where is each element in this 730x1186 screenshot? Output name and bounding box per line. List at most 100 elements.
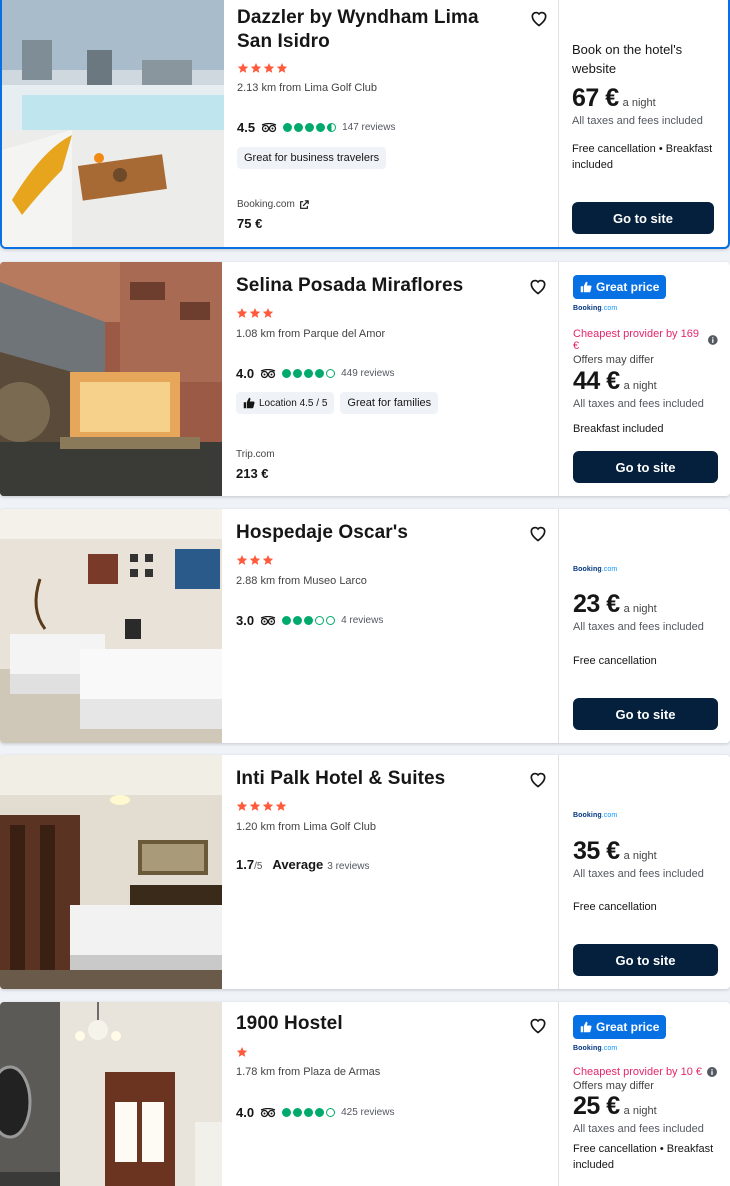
tag-business: Great for business travelers <box>237 147 387 169</box>
great-price-badge: Great price <box>573 1015 667 1039</box>
rating-bubble <box>282 616 292 625</box>
great-price-badge: Great price <box>573 275 667 299</box>
info-icon[interactable] <box>707 1067 718 1077</box>
distance-text: 2.88 km from Museo Larco <box>236 575 367 587</box>
price: 23 € <box>573 590 620 618</box>
rating-word: Average <box>272 857 324 872</box>
taxes-text: All taxes and fees included <box>573 398 704 410</box>
hotel-card[interactable]: Hospedaje Oscar's 2.88 km from Museo Lar… <box>0 509 730 743</box>
hotel-name[interactable]: Selina Posada Miraflores <box>236 274 516 298</box>
tripadvisor-icon <box>260 1107 276 1117</box>
perks-text: Free cancellation <box>573 655 657 667</box>
hotel-name[interactable]: Hospedaje Oscar's <box>236 521 516 545</box>
hotel-card[interactable]: Dazzler by Wyndham Lima San Isidro 2.13 … <box>0 0 730 249</box>
star-icon <box>237 63 249 73</box>
go-to-site-button[interactable]: Go to site <box>573 698 718 730</box>
heart-icon[interactable] <box>528 276 548 296</box>
taxes-text: All taxes and fees included <box>573 621 704 633</box>
price: 25 € <box>573 1092 620 1120</box>
logo-suffix: .com <box>601 305 618 312</box>
heart-icon[interactable] <box>528 1015 548 1035</box>
booking-logo: Booking.com <box>573 305 718 312</box>
tripadvisor-icon <box>260 368 276 378</box>
star-icon <box>236 1047 248 1057</box>
per-night-label: a night <box>623 603 657 615</box>
star-icon <box>249 555 261 565</box>
rating-bubble <box>315 1108 325 1117</box>
hotel-photo[interactable] <box>2 0 224 247</box>
cheapest-label: Cheapest provider by 10 € <box>573 1066 703 1078</box>
review-count[interactable]: 449 reviews <box>341 368 394 379</box>
taxes-text: All taxes and fees included <box>573 868 704 880</box>
hotel-card[interactable]: 1900 Hostel 1.78 km from Plaza de Armas … <box>0 1002 730 1186</box>
star-icon <box>263 63 275 73</box>
star-icon <box>262 308 274 318</box>
heart-icon[interactable] <box>528 523 548 543</box>
star-icon <box>249 308 261 318</box>
rating-bubble <box>326 1108 336 1117</box>
provider-name: Trip.com <box>236 449 275 460</box>
rating-bubble <box>305 123 315 132</box>
heart-icon[interactable] <box>529 8 549 28</box>
rating-bubble <box>316 123 326 132</box>
tripadvisor-rating: 4.0 425 reviews <box>236 1105 544 1120</box>
hotel-card[interactable]: Selina Posada Miraflores 1.08 km from Pa… <box>0 262 730 496</box>
star-rating <box>236 554 544 568</box>
provider-name: Booking.com <box>237 199 295 210</box>
thumbs-up-icon <box>243 397 255 409</box>
rating-bubble <box>293 369 303 378</box>
star-rating <box>236 800 544 814</box>
external-link-icon <box>299 199 309 209</box>
tag-families: Great for families <box>340 392 439 414</box>
hotel-name[interactable]: Dazzler by Wyndham Lima San Isidro <box>237 6 517 54</box>
go-to-site-button[interactable]: Go to site <box>573 451 718 483</box>
go-to-site-button[interactable]: Go to site <box>573 944 718 976</box>
hotel-photo[interactable] <box>0 509 222 743</box>
star-icon <box>236 308 248 318</box>
cheapest-provider-text: Cheapest provider by 10 € <box>573 1066 718 1078</box>
hotel-photo[interactable] <box>0 262 222 496</box>
star-rating <box>236 1046 544 1060</box>
tag-location-label: Location 4.5 / 5 <box>259 397 328 409</box>
other-provider[interactable]: Trip.com 213 € <box>236 449 275 481</box>
rating-score: 4.0 <box>236 366 255 381</box>
tripadvisor-rating: 4.0 449 reviews <box>236 366 544 381</box>
per-night-label: a night <box>623 1105 657 1117</box>
rating-bubble <box>304 616 314 625</box>
rating-bubble <box>315 369 325 378</box>
hotel-name[interactable]: 1900 Hostel <box>236 1012 516 1036</box>
rating-bubble <box>304 369 314 378</box>
hotel-card[interactable]: Inti Palk Hotel & Suites 1.20 km from Li… <box>0 755 730 989</box>
booking-logo: Booking.com <box>573 566 718 573</box>
star-icon <box>275 801 287 811</box>
review-count[interactable]: 4 reviews <box>341 615 383 626</box>
per-night-label: a night <box>623 380 657 392</box>
hotel-name[interactable]: Inti Palk Hotel & Suites <box>236 767 516 791</box>
per-night-label: a night <box>622 97 656 109</box>
logo-suffix: .com <box>601 1045 618 1052</box>
perks-text: Free cancellation <box>573 901 657 913</box>
review-count[interactable]: 425 reviews <box>341 1107 394 1118</box>
price: 44 € <box>573 367 620 395</box>
price: 67 € <box>572 84 619 112</box>
rating-bubbles <box>282 1108 336 1117</box>
review-count[interactable]: 147 reviews <box>342 122 395 133</box>
hotel-photo[interactable] <box>0 755 222 989</box>
logo-main: Booking <box>573 305 602 312</box>
other-provider[interactable]: Booking.com 75 € <box>237 199 309 231</box>
other-price: 213 € <box>236 466 269 481</box>
rating-bubble <box>282 1108 292 1117</box>
distance-text: 1.20 km from Lima Golf Club <box>236 821 376 833</box>
heart-icon[interactable] <box>528 769 548 789</box>
other-price: 75 € <box>237 216 263 231</box>
offers-differ-text: Offers may differ <box>573 1080 654 1092</box>
star-icon <box>276 63 288 73</box>
tripadvisor-icon <box>260 615 276 625</box>
distance-text: 1.08 km from Parque del Amor <box>236 328 386 340</box>
hotel-photo[interactable] <box>0 1002 222 1186</box>
rating-bubble <box>283 123 293 132</box>
info-icon[interactable] <box>708 335 718 345</box>
offers-differ-text: Offers may differ <box>573 354 654 366</box>
go-to-site-button[interactable]: Go to site <box>572 202 714 234</box>
review-count[interactable]: 3 reviews <box>327 861 369 872</box>
